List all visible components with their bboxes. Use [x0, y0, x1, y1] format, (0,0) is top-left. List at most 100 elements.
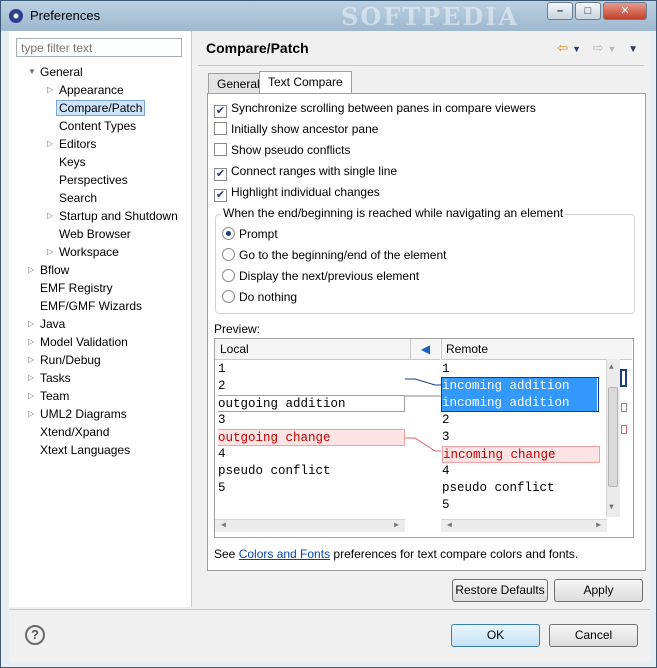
- local-line: 1: [218, 362, 226, 376]
- compare-preview: Local ◀ Remote 1 2 outgoing addition 3 o…: [214, 338, 634, 538]
- tree-item-perspectives[interactable]: Perspectives: [59, 171, 128, 189]
- tree-item-uml2-diagrams[interactable]: ▷ UML2 Diagrams: [28, 405, 127, 423]
- collapsed-icon[interactable]: ▷: [47, 243, 57, 261]
- collapsed-icon[interactable]: ▷: [47, 207, 57, 225]
- option-ancestor-pane[interactable]: Initially show ancestor pane: [214, 120, 378, 138]
- overview-change-marker[interactable]: [621, 425, 627, 434]
- tree-item-emf-gmf-wizards[interactable]: EMF/GMF Wizards: [40, 297, 142, 315]
- collapsed-icon[interactable]: ▷: [28, 351, 38, 369]
- apply-button[interactable]: Apply: [554, 579, 643, 602]
- radio-display-next[interactable]: Display the next/previous element: [222, 267, 419, 285]
- tab-text-compare[interactable]: Text Compare: [259, 71, 352, 95]
- colors-and-fonts-link[interactable]: Colors and Fonts: [239, 547, 330, 561]
- scroll-up-icon[interactable]: ▲: [609, 363, 614, 372]
- tree-item-startup-and-shutdown[interactable]: ▷ Startup and Shutdown: [47, 207, 178, 225]
- collapsed-icon[interactable]: ▷: [28, 369, 38, 387]
- local-pane[interactable]: 1 2 outgoing addition 3 outgoing change …: [218, 361, 408, 518]
- remote-line: 1: [442, 362, 450, 376]
- tree-item-editors[interactable]: ▷ Editors: [47, 135, 97, 153]
- option-pseudo-conflicts[interactable]: Show pseudo conflicts: [214, 141, 350, 159]
- tree-item-web-browser[interactable]: Web Browser: [59, 225, 131, 243]
- overview-incoming-marker[interactable]: [620, 369, 627, 387]
- radio-go-to-beginning[interactable]: Go to the beginning/end of the element: [222, 246, 447, 264]
- filter-input[interactable]: [16, 38, 182, 57]
- collapsed-icon[interactable]: ▷: [28, 387, 38, 405]
- checkbox-icon[interactable]: ✔: [214, 168, 227, 181]
- collapsed-icon[interactable]: ▷: [28, 333, 38, 351]
- tree-item-label: Team: [40, 389, 70, 403]
- radio-icon[interactable]: [222, 290, 235, 303]
- remote-pane-header: Remote: [441, 339, 632, 360]
- cancel-button[interactable]: Cancel: [549, 624, 638, 647]
- tree-item-keys[interactable]: Keys: [59, 153, 86, 171]
- remote-line: pseudo conflict: [442, 481, 555, 495]
- tree-item-team[interactable]: ▷ Team: [28, 387, 70, 405]
- radio-icon[interactable]: [222, 227, 235, 240]
- local-line: 5: [218, 481, 226, 495]
- radio-icon[interactable]: [222, 269, 235, 282]
- help-icon[interactable]: ?: [25, 625, 45, 645]
- remote-line: incoming change: [442, 446, 600, 463]
- local-horizontal-scrollbar[interactable]: ◀ ▶: [215, 519, 405, 532]
- scroll-down-icon[interactable]: ▼: [609, 503, 614, 512]
- option-sync-scrolling[interactable]: ✔ Synchronize scrolling between panes in …: [214, 99, 536, 118]
- tree-item-label: Editors: [59, 137, 97, 151]
- collapsed-icon[interactable]: ▷: [47, 81, 57, 99]
- vertical-scrollbar[interactable]: ▲ ▼: [606, 359, 620, 517]
- eclipse-logo-icon: [9, 9, 23, 23]
- option-connect-ranges[interactable]: ✔ Connect ranges with single line: [214, 162, 397, 181]
- checkbox-icon[interactable]: [214, 143, 227, 156]
- dialog-client: ▼General▷AppearanceCompare/PatchContent …: [9, 31, 650, 661]
- tree-item-emf-registry[interactable]: EMF Registry: [40, 279, 113, 297]
- tree-item-general[interactable]: ▼ General: [28, 63, 83, 81]
- tree-item-label: Startup and Shutdown: [59, 209, 178, 223]
- tree-item-label: Model Validation: [40, 335, 128, 349]
- forward-menu-icon[interactable]: ▼: [608, 44, 617, 54]
- text-compare-panel: ✔ Synchronize scrolling between panes in …: [207, 93, 646, 571]
- radio-icon[interactable]: [222, 248, 235, 261]
- tree-item-bflow[interactable]: ▷ Bflow: [28, 261, 69, 279]
- scroll-thumb[interactable]: [608, 387, 618, 487]
- option-highlight-changes[interactable]: ✔ Highlight individual changes: [214, 183, 380, 202]
- remote-horizontal-scrollbar[interactable]: ◀ ▶: [441, 519, 607, 532]
- checkbox-icon[interactable]: ✔: [214, 105, 227, 118]
- collapsed-icon[interactable]: ▷: [47, 135, 57, 153]
- tree-item-xtext-languages[interactable]: Xtext Languages: [40, 441, 130, 459]
- tree-item-label: Perspectives: [59, 173, 128, 187]
- tree-item-compare-patch[interactable]: Compare/Patch: [56, 99, 146, 117]
- radio-do-nothing[interactable]: Do nothing: [222, 288, 297, 306]
- collapsed-icon[interactable]: ▷: [28, 261, 38, 279]
- view-menu-icon[interactable]: ▼: [628, 44, 638, 55]
- copy-left-icon[interactable]: ◀: [411, 339, 440, 360]
- close-button[interactable]: ✕: [603, 2, 647, 20]
- maximize-button[interactable]: □: [575, 2, 601, 20]
- tree-item-appearance[interactable]: ▷ Appearance: [47, 81, 124, 99]
- tree-item-xtend-xpand[interactable]: Xtend/Xpand: [40, 423, 109, 441]
- collapsed-icon[interactable]: ▷: [28, 315, 38, 333]
- radio-prompt[interactable]: Prompt: [222, 225, 278, 243]
- tree-item-search[interactable]: Search: [59, 189, 97, 207]
- restore-defaults-button[interactable]: Restore Defaults: [452, 579, 548, 602]
- tree-item-model-validation[interactable]: ▷ Model Validation: [28, 333, 128, 351]
- back-menu-icon[interactable]: ▼: [572, 44, 581, 54]
- navigation-group: When the end/beginning is reached while …: [215, 206, 635, 314]
- forward-arrow-icon[interactable]: ⇨: [593, 40, 604, 55]
- tree-item-run-debug[interactable]: ▷ Run/Debug: [28, 351, 101, 369]
- expanded-icon[interactable]: ▼: [28, 63, 38, 81]
- ok-button[interactable]: OK: [451, 624, 540, 647]
- overview-outgoing-marker[interactable]: [621, 403, 627, 412]
- tree-item-workspace[interactable]: ▷ Workspace: [47, 243, 119, 261]
- minimize-button[interactable]: –: [547, 2, 573, 20]
- tree-item-label: Tasks: [40, 371, 71, 385]
- tree-item-content-types[interactable]: Content Types: [59, 117, 136, 135]
- title-separator: [198, 65, 644, 66]
- incoming-range-outline: [441, 377, 599, 412]
- tree-item-java[interactable]: ▷ Java: [28, 315, 65, 333]
- back-arrow-icon[interactable]: ⇦: [557, 40, 568, 55]
- checkbox-icon[interactable]: ✔: [214, 189, 227, 202]
- checkbox-icon[interactable]: [214, 122, 227, 135]
- tree-item-tasks[interactable]: ▷ Tasks: [28, 369, 71, 387]
- tree-item-label: Xtext Languages: [40, 443, 131, 457]
- collapsed-icon[interactable]: ▷: [28, 405, 38, 423]
- title-bar: Preferences SOFTPEDIA – □ ✕: [1, 1, 656, 31]
